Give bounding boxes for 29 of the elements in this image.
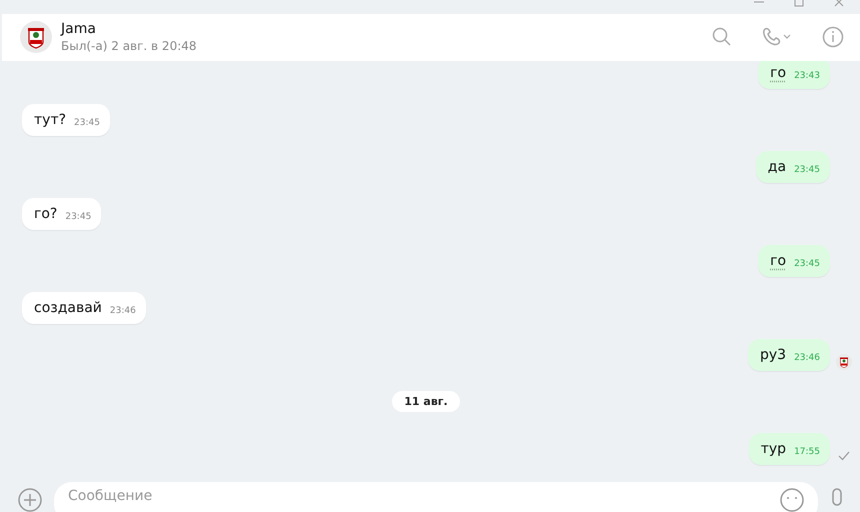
message-text: да (768, 158, 786, 174)
check-icon (838, 451, 850, 461)
message-text: го (770, 64, 786, 80)
message-text: го? (34, 206, 58, 222)
contact-avatar (20, 21, 52, 54)
search-button[interactable] (712, 27, 732, 48)
message-text: тут? (34, 112, 66, 128)
message-time: 23:45 (794, 258, 820, 268)
message-time: 23:45 (794, 164, 820, 174)
message-text: создавай (34, 300, 102, 316)
message-time: 23:43 (794, 70, 820, 80)
read-avatar-icon (836, 354, 852, 370)
message-time: 17:55 (794, 446, 820, 456)
message-input[interactable]: Сообщение (54, 482, 818, 512)
date-separator: 11 авг. (392, 391, 460, 412)
message-time: 23:46 (794, 352, 820, 362)
add-icon[interactable] (18, 488, 42, 512)
last-seen-status: Был(-а) 2 авг. в 20:48 (61, 39, 198, 54)
message-text: тур (760, 440, 786, 456)
message-text: го (770, 252, 786, 268)
emoji-icon[interactable] (780, 488, 804, 512)
message-time: 23:46 (110, 306, 136, 316)
message-time: 23:45 (65, 212, 92, 222)
contact-name: Jama (61, 21, 97, 38)
close-icon[interactable] (832, 0, 846, 8)
maximize-icon[interactable] (792, 0, 806, 8)
info-button[interactable] (822, 26, 844, 48)
message-text: ру3 (760, 346, 786, 362)
message-time: 23:45 (74, 118, 100, 128)
